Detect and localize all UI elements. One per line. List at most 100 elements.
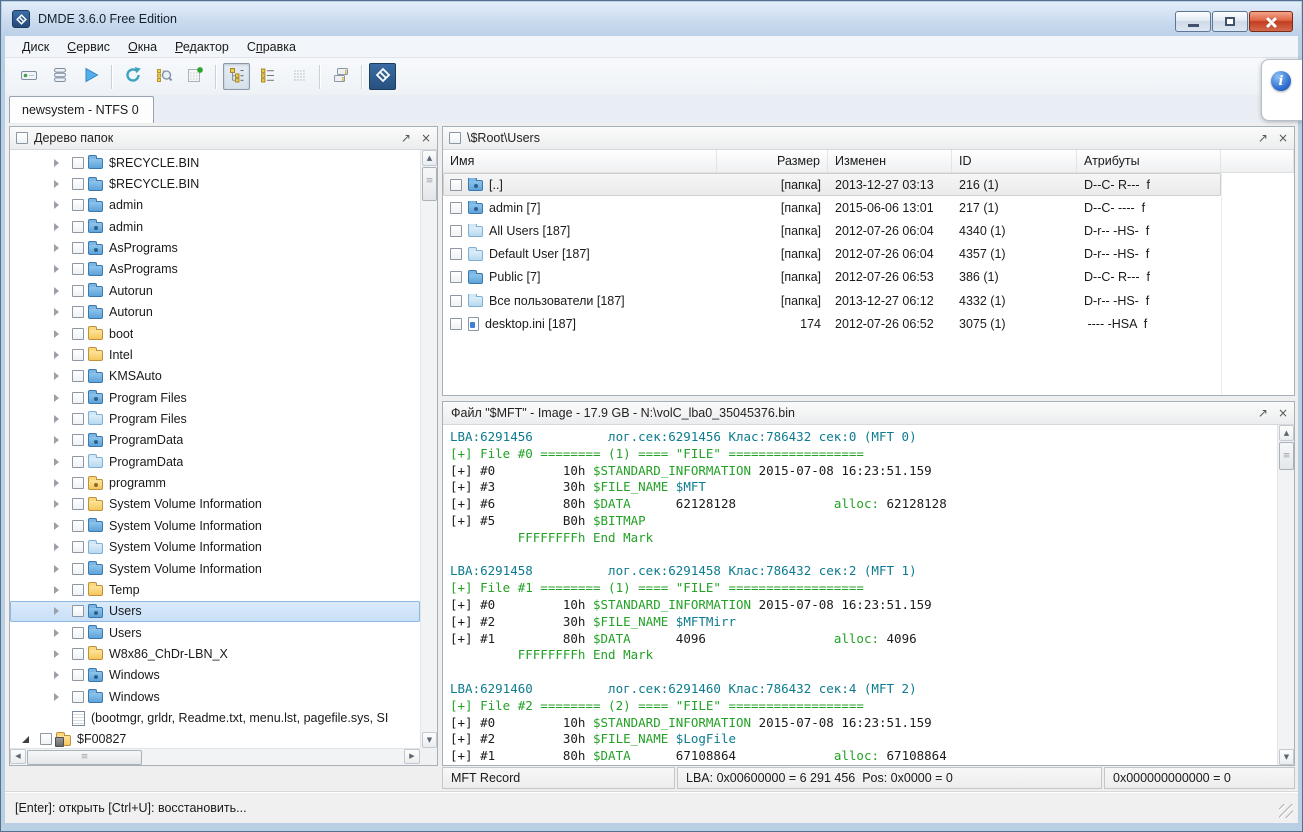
files-panel-maximize-icon[interactable]: ↗ (1258, 131, 1268, 145)
mft-panel-close-icon[interactable]: × (1278, 406, 1288, 420)
column-header-Размер[interactable]: Размер (717, 150, 828, 172)
mft-panel-maximize-icon[interactable]: ↗ (1258, 406, 1268, 420)
tree-item[interactable]: (bootmgr, grldr, Readme.txt, menu.lst, p… (10, 707, 420, 728)
expand-arrow-icon[interactable] (54, 565, 66, 573)
tree-item-checkbox[interactable] (72, 413, 84, 425)
tree-item-checkbox[interactable] (72, 541, 84, 553)
partitions-button[interactable] (46, 63, 73, 90)
tree-item[interactable]: Intel (10, 344, 420, 365)
expand-arrow-icon[interactable] (54, 287, 66, 295)
column-header-Имя[interactable]: Имя (443, 150, 717, 172)
column-header-filler[interactable] (1221, 150, 1294, 172)
table-row[interactable]: All Users [187][папка]2012-07-26 06:0443… (443, 219, 1221, 242)
menu-help[interactable]: Справка (238, 37, 305, 57)
tree-item[interactable]: boot (10, 323, 420, 344)
tree-horizontal-scrollbar[interactable]: ◀ ≡ ▶ (10, 748, 420, 765)
expand-arrow-icon[interactable] (54, 159, 66, 167)
expand-arrow-icon[interactable] (54, 522, 66, 530)
expand-arrow-icon[interactable] (54, 607, 66, 615)
scroll-right-button[interactable]: ▶ (404, 749, 420, 764)
tree-item[interactable]: ProgramData (10, 451, 420, 472)
expand-arrow-icon[interactable] (54, 265, 66, 273)
expand-arrow-icon[interactable] (54, 693, 66, 701)
file-checkbox[interactable] (450, 295, 462, 307)
collapse-arrow-icon[interactable] (22, 736, 34, 743)
table-row[interactable]: Все пользователи [187][папка]2013-12-27 … (443, 289, 1221, 312)
scroll-down-button[interactable]: ▼ (422, 732, 437, 748)
tree-item[interactable]: AsPrograms (10, 237, 420, 258)
expand-arrow-icon[interactable] (54, 671, 66, 679)
column-header-Атрибуты[interactable]: Атрибуты (1077, 150, 1221, 172)
tree-item[interactable]: Program Files (10, 387, 420, 408)
expand-arrow-icon[interactable] (54, 351, 66, 359)
files-panel-close-icon[interactable]: × (1278, 131, 1288, 145)
scrollbar-thumb[interactable]: ≡ (27, 750, 142, 765)
tree-item-checkbox[interactable] (72, 669, 84, 681)
tree-item-checkbox[interactable] (72, 370, 84, 382)
expand-arrow-icon[interactable] (54, 244, 66, 252)
open-volume-button[interactable] (77, 63, 104, 90)
tree-item[interactable]: Temp (10, 579, 420, 600)
scroll-up-button[interactable]: ▲ (422, 150, 437, 166)
new-scan-button[interactable] (181, 63, 208, 90)
expand-arrow-icon[interactable] (54, 394, 66, 402)
file-checkbox[interactable] (450, 318, 462, 330)
tree-item[interactable]: admin (10, 195, 420, 216)
tree-item[interactable]: $RECYCLE.BIN (10, 173, 420, 194)
info-icon[interactable]: i (1271, 71, 1291, 91)
tree-item[interactable]: Autorun (10, 302, 420, 323)
expand-arrow-icon[interactable] (54, 479, 66, 487)
expand-arrow-icon[interactable] (54, 330, 66, 338)
file-checkbox[interactable] (450, 179, 462, 191)
tree-item-checkbox[interactable] (72, 648, 84, 660)
tree-item-checkbox[interactable] (72, 199, 84, 211)
tree-item[interactable]: KMSAuto (10, 366, 420, 387)
resize-grip[interactable] (1279, 804, 1293, 818)
menu-windows[interactable]: Окна (119, 37, 166, 57)
tree-vertical-scrollbar[interactable]: ▲ ≡ ▼ (420, 150, 437, 748)
tree-item-checkbox[interactable] (72, 263, 84, 275)
tree-item-checkbox[interactable] (72, 178, 84, 190)
file-checkbox[interactable] (450, 225, 462, 237)
tree-item-checkbox[interactable] (72, 477, 84, 489)
expand-arrow-icon[interactable] (54, 586, 66, 594)
expand-arrow-icon[interactable] (54, 543, 66, 551)
expand-arrow-icon[interactable] (54, 500, 66, 508)
panels-button[interactable] (327, 63, 354, 90)
table-row[interactable]: Public [7][папка]2012-07-26 06:53386 (1)… (443, 266, 1221, 289)
tree-panel-close-icon[interactable]: × (421, 131, 431, 145)
expand-arrow-icon[interactable] (54, 436, 66, 444)
minimize-button[interactable] (1175, 11, 1211, 32)
tree-item[interactable]: Users (10, 601, 420, 622)
tree-item-checkbox[interactable] (72, 349, 84, 361)
select-disk-button[interactable] (15, 63, 42, 90)
tree-item[interactable]: System Volume Information (10, 515, 420, 536)
scroll-down-button[interactable]: ▼ (1279, 749, 1294, 765)
expand-arrow-icon[interactable] (54, 223, 66, 231)
expand-arrow-icon[interactable] (54, 458, 66, 466)
refresh-button[interactable] (119, 63, 146, 90)
menu-service[interactable]: Сервис (58, 37, 119, 57)
tree-item[interactable]: W8x86_ChDr-LBN_X (10, 643, 420, 664)
tree-item-checkbox[interactable] (72, 221, 84, 233)
file-checkbox[interactable] (450, 271, 462, 283)
tree-item-checkbox[interactable] (72, 157, 84, 169)
tree-item-checkbox[interactable] (72, 691, 84, 703)
tree-item-checkbox[interactable] (72, 456, 84, 468)
tree-item-checkbox[interactable] (72, 520, 84, 532)
expand-arrow-icon[interactable] (54, 650, 66, 658)
tree-item[interactable]: System Volume Information (10, 536, 420, 557)
tree-item[interactable]: Autorun (10, 280, 420, 301)
menu-disk[interactable]: Диск (13, 37, 58, 57)
tree-item-checkbox[interactable] (72, 285, 84, 297)
mft-vertical-scrollbar[interactable]: ▲ ≡ ▼ (1277, 425, 1294, 765)
file-checkbox[interactable] (450, 202, 462, 214)
tree-item-checkbox[interactable] (72, 434, 84, 446)
tree-item[interactable]: System Volume Information (10, 494, 420, 515)
tree-item[interactable]: System Volume Information (10, 558, 420, 579)
tree-item[interactable]: Program Files (10, 408, 420, 429)
full-scan-button[interactable] (150, 63, 177, 90)
table-row[interactable]: [..][папка]2013-12-27 03:13216 (1)D--C- … (443, 173, 1221, 196)
table-row[interactable]: desktop.ini [187]1742012-07-26 06:523075… (443, 312, 1221, 335)
scroll-left-button[interactable]: ◀ (10, 749, 26, 764)
